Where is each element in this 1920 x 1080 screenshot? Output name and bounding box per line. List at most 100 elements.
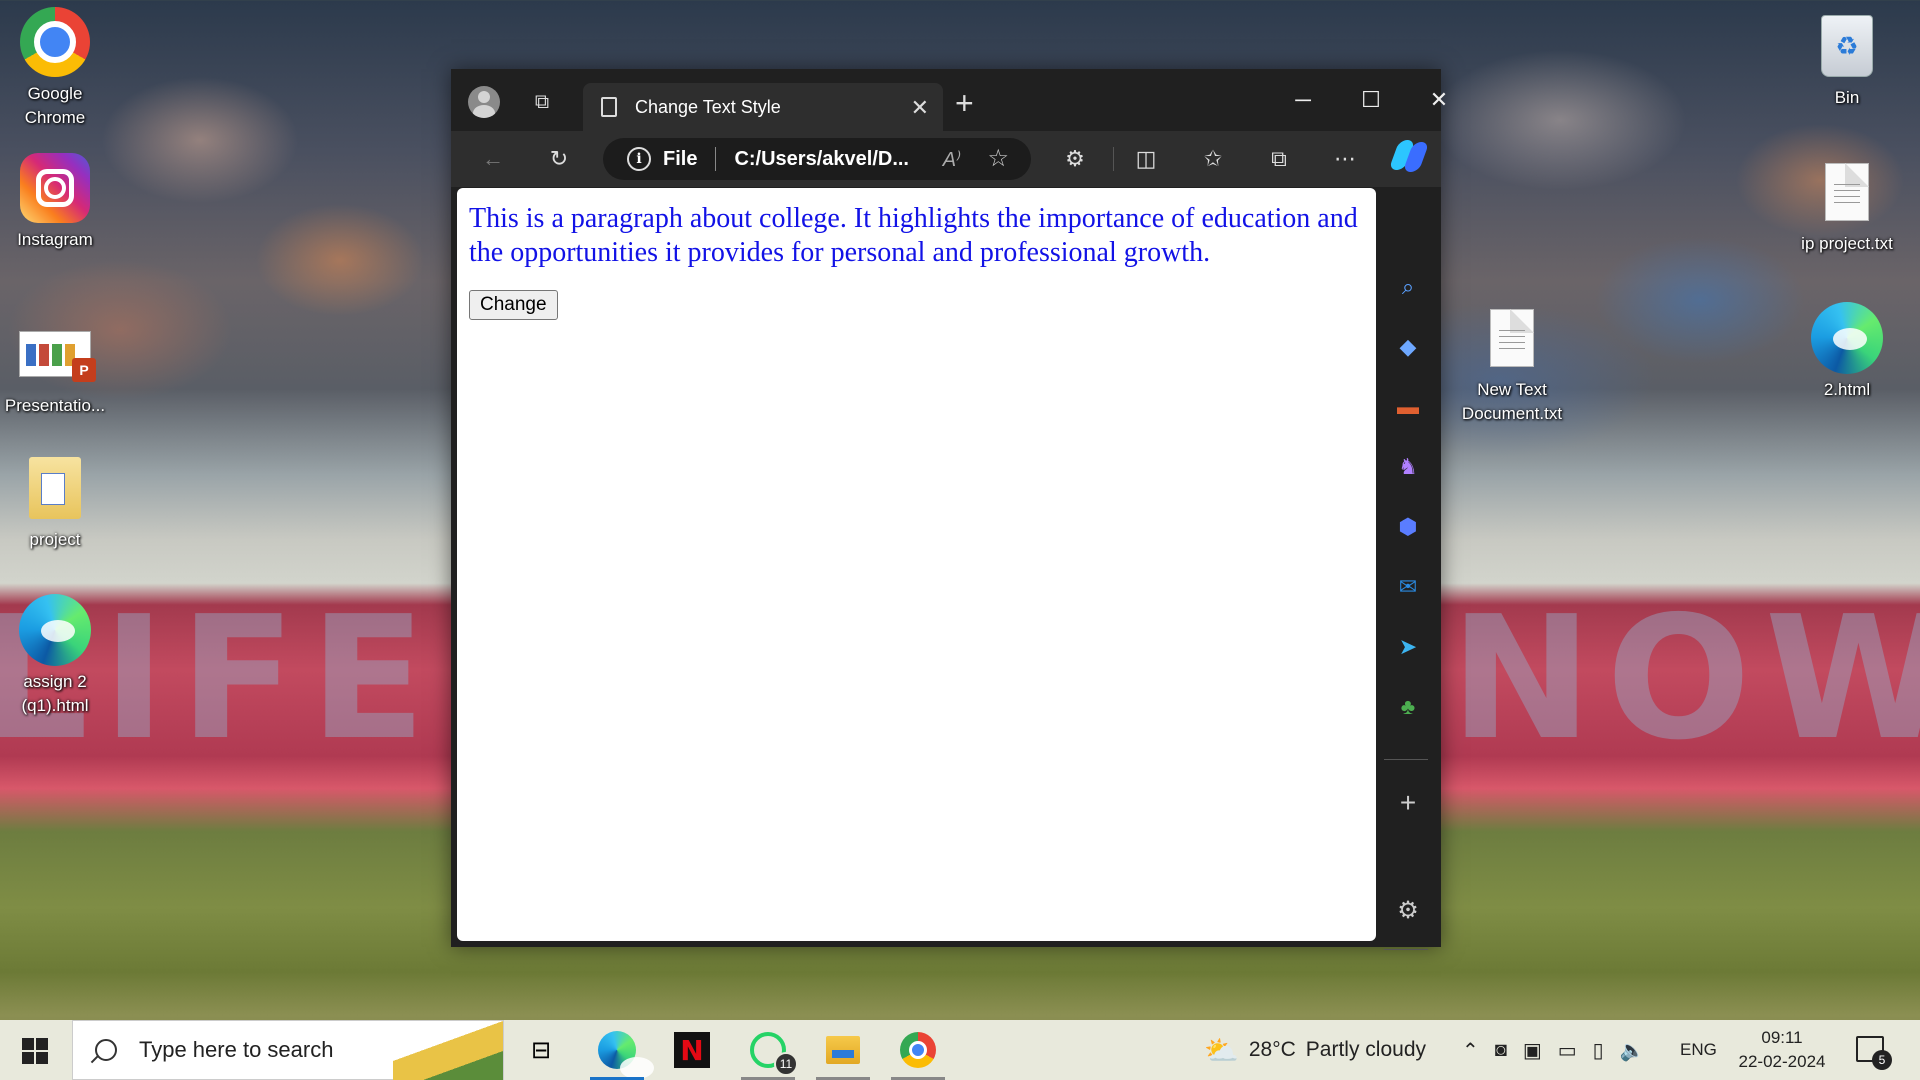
desktop-icon-project[interactable]: project bbox=[0, 452, 110, 552]
read-aloud-icon[interactable]: A⁾ bbox=[943, 147, 961, 172]
address-separator bbox=[715, 147, 717, 171]
desktop-icon-ip-project[interactable]: ip project.txt bbox=[1792, 156, 1902, 256]
close-tab-icon[interactable]: ✕ bbox=[911, 95, 929, 121]
desktop-icon-google-chrome[interactable]: Google Chrome bbox=[0, 6, 110, 130]
camera-icon[interactable]: ▣ bbox=[1523, 1038, 1542, 1063]
sidebar-settings-icon[interactable]: ⚙ bbox=[1394, 896, 1422, 924]
system-tray: ⌃ ◙ ▣ ▭ ▯ 🔈 bbox=[1462, 1020, 1645, 1080]
sidebar-shopping-icon[interactable]: ◆ bbox=[1394, 333, 1422, 361]
edge-icon bbox=[19, 594, 91, 666]
recycle-bin-icon: ♻ bbox=[1821, 15, 1873, 77]
search-placeholder: Type here to search bbox=[139, 1037, 334, 1062]
college-paragraph: This is a paragraph about college. It hi… bbox=[469, 203, 1358, 268]
desktop-icon-instagram[interactable]: Instagram bbox=[0, 152, 110, 252]
network-icon[interactable]: ▯ bbox=[1593, 1038, 1604, 1063]
whatsapp-icon: 11 bbox=[750, 1032, 798, 1076]
desktop-icon-presentation[interactable]: P Presentatio... bbox=[0, 318, 110, 418]
change-button[interactable]: Change bbox=[469, 290, 558, 320]
notification-center-button[interactable]: 5 bbox=[1856, 1036, 1892, 1070]
clock[interactable]: 09:11 22-02-2024 bbox=[1730, 1026, 1834, 1074]
clock-date: 22-02-2024 bbox=[1738, 1052, 1826, 1071]
close-window-button[interactable]: ✕ bbox=[1405, 81, 1473, 119]
profile-icon bbox=[468, 86, 500, 118]
taskbar-whatsapp[interactable]: 11 bbox=[733, 1020, 803, 1080]
sidebar-send-icon[interactable]: ➤ bbox=[1394, 633, 1422, 661]
text-file-icon bbox=[1490, 309, 1534, 367]
notification-count: 5 bbox=[1872, 1050, 1892, 1070]
address-url: C:/Users/akvel/D... bbox=[734, 147, 909, 170]
sidebar-tree-icon[interactable]: ♣ bbox=[1394, 693, 1422, 721]
clock-time: 09:11 bbox=[1761, 1028, 1803, 1047]
desktop-icon-assign-2[interactable]: assign 2 (q1).html bbox=[0, 594, 110, 718]
sidebar-tools-icon[interactable]: ▬ bbox=[1394, 393, 1422, 421]
sidebar-games-icon[interactable]: ♞ bbox=[1394, 453, 1422, 481]
chrome-icon bbox=[900, 1032, 936, 1068]
back-button[interactable]: ← bbox=[475, 141, 511, 177]
edge-icon bbox=[1811, 302, 1883, 374]
sidebar-microsoft365-icon[interactable]: ⬢ bbox=[1394, 513, 1422, 541]
powerpoint-icon: P bbox=[19, 331, 96, 382]
more-dots-icon: ⋯ bbox=[1334, 146, 1356, 171]
taskbar-chrome[interactable] bbox=[883, 1020, 953, 1080]
sidebar-outlook-icon[interactable]: ✉ bbox=[1394, 573, 1422, 601]
folder-icon bbox=[29, 457, 81, 519]
page-icon bbox=[601, 97, 617, 117]
show-hidden-icons-chevron-icon[interactable]: ⌃ bbox=[1462, 1038, 1479, 1063]
address-scheme-label: File bbox=[663, 147, 698, 170]
instagram-icon bbox=[20, 153, 90, 223]
weather-condition: Partly cloudy bbox=[1305, 1038, 1427, 1061]
taskbar: Type here to search ⊟ N 11 ⛅ 28°C Partly… bbox=[0, 1020, 1920, 1080]
split-screen-button[interactable]: ◫ bbox=[1128, 141, 1164, 177]
meet-now-icon[interactable]: ◙ bbox=[1495, 1039, 1507, 1062]
sidebar-add-icon[interactable]: + bbox=[1394, 787, 1422, 818]
desktop-icon-recycle-bin[interactable]: ♻ Bin bbox=[1792, 10, 1902, 110]
taskbar-file-explorer[interactable] bbox=[808, 1020, 878, 1080]
weather-temp: 28°C bbox=[1248, 1038, 1296, 1061]
back-arrow-icon: ← bbox=[482, 146, 504, 171]
text-file-icon bbox=[1825, 163, 1869, 221]
search-icon bbox=[95, 1039, 117, 1061]
profile-button[interactable] bbox=[467, 85, 501, 119]
sidebar-search-icon[interactable]: ⌕ bbox=[1394, 273, 1422, 301]
copilot-button[interactable] bbox=[1388, 140, 1430, 172]
whatsapp-badge: 11 bbox=[774, 1052, 798, 1076]
language-indicator[interactable]: ENG bbox=[1680, 1020, 1717, 1080]
toolbar-separator bbox=[1113, 147, 1114, 171]
info-icon[interactable]: i bbox=[627, 147, 651, 171]
split-screen-icon: ◫ bbox=[1135, 146, 1157, 171]
new-tab-button[interactable]: + bbox=[955, 85, 974, 122]
refresh-button[interactable]: ↻ bbox=[541, 141, 577, 177]
puzzle-icon: ⚙ bbox=[1065, 146, 1085, 171]
more-menu-button[interactable]: ⋯ bbox=[1327, 141, 1363, 177]
netflix-icon: N bbox=[674, 1032, 710, 1068]
edge-sidebar: ⌕ ◆ ▬ ♞ ⬢ ✉ ➤ ♣ + bbox=[1376, 187, 1441, 950]
favorite-star-icon[interactable]: ☆ bbox=[987, 144, 1009, 173]
minimize-button[interactable]: ─ bbox=[1269, 81, 1337, 119]
title-bar: ⧉ Change Text Style ✕ + ─ ☐ ✕ bbox=[451, 69, 1448, 131]
task-view-icon: ⊟ bbox=[530, 1036, 552, 1064]
weather-widget[interactable]: ⛅ 28°C Partly cloudy bbox=[1204, 1020, 1426, 1080]
tab-actions-button[interactable]: ⧉ bbox=[525, 85, 559, 119]
taskbar-search-box[interactable]: Type here to search bbox=[72, 1020, 504, 1080]
volume-mute-icon[interactable]: 🔈 bbox=[1620, 1038, 1645, 1063]
tab-change-text-style[interactable]: Change Text Style ✕ bbox=[583, 83, 943, 131]
favorites-button[interactable]: ✩ bbox=[1195, 141, 1231, 177]
collections-button[interactable]: ⧉ bbox=[1261, 141, 1297, 177]
favorites-icon: ✩ bbox=[1203, 146, 1223, 171]
desktop-icon-new-text-document[interactable]: New Text Document.txt bbox=[1457, 302, 1567, 426]
start-button[interactable] bbox=[22, 1038, 48, 1064]
maximize-button[interactable]: ☐ bbox=[1337, 81, 1405, 119]
page-content: This is a paragraph about college. It hi… bbox=[457, 188, 1376, 941]
taskbar-netflix[interactable]: N bbox=[657, 1020, 727, 1080]
address-bar[interactable]: i File C:/Users/akvel/D... A⁾ ☆ bbox=[603, 138, 1031, 180]
extensions-button[interactable]: ⚙ bbox=[1057, 141, 1093, 177]
browser-toolbar: ← ↻ i File C:/Users/akvel/D... A⁾ ☆ ⚙ ◫ … bbox=[451, 131, 1441, 187]
task-view-button[interactable]: ⊟ bbox=[506, 1020, 576, 1080]
battery-icon[interactable]: ▭ bbox=[1558, 1038, 1577, 1063]
sidebar-divider bbox=[1384, 759, 1428, 760]
desktop-icon-2-html[interactable]: 2.html bbox=[1792, 302, 1902, 402]
collections-icon: ⧉ bbox=[1271, 146, 1287, 171]
taskbar-edge[interactable] bbox=[582, 1020, 654, 1080]
wallpaper-banner: NOW INV bbox=[1450, 580, 1920, 778]
chrome-icon bbox=[20, 7, 90, 77]
